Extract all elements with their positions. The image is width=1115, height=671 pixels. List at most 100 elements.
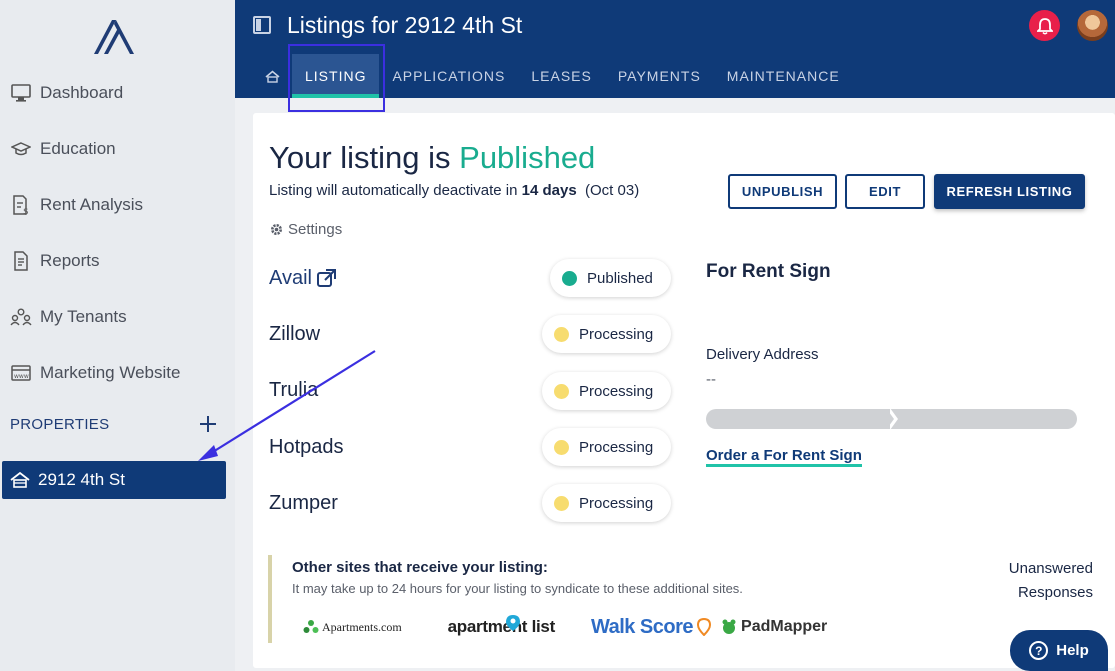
add-property-plus-icon[interactable]: [197, 413, 219, 435]
sidebar-item-label: Reports: [40, 251, 100, 270]
report-icon: [10, 251, 32, 271]
tab-leases[interactable]: LEASES: [518, 54, 604, 98]
status-badge-avail: Published: [550, 259, 671, 297]
property-tabs: LISTING APPLICATIONS LEASES PAYMENTS MAI…: [235, 54, 853, 98]
padmapper-logo: PadMapper: [719, 617, 827, 637]
processing-dot-icon: [554, 326, 569, 342]
graduation-cap-icon: [10, 139, 32, 159]
properties-label: PROPERTIES: [10, 416, 110, 433]
unanswered-line2: Responses: [1017, 584, 1093, 601]
tab-listing[interactable]: LISTING: [292, 54, 380, 98]
user-avatar[interactable]: [1077, 10, 1108, 41]
refresh-listing-button[interactable]: REFRESH LISTING: [934, 174, 1085, 209]
external-link-icon: [317, 269, 336, 287]
order-for-rent-sign-link[interactable]: Order a For Rent Sign: [706, 447, 862, 467]
page-title: Listings for 2912 4th St: [287, 12, 523, 38]
site-name: Trulia: [269, 378, 319, 401]
frog-icon: [722, 619, 736, 634]
tab-maintenance[interactable]: MAINTENANCE: [714, 54, 853, 98]
unanswered-responses: Unanswered Responses: [993, 557, 1093, 605]
unpublish-button[interactable]: UNPUBLISH: [728, 174, 837, 209]
gear-icon: [269, 222, 284, 237]
status-badge-hotpads: Processing: [542, 428, 671, 466]
property-label: 2912 4th St: [38, 470, 125, 489]
listing-status-value: Published: [459, 140, 596, 175]
tab-payments[interactable]: PAYMENTS: [605, 54, 714, 98]
site-name: Zillow: [269, 322, 321, 345]
top-header: Listings for 2912 4th St LISTING APPLICA…: [235, 0, 1115, 98]
status-prefix: Your listing is: [269, 140, 451, 175]
unanswered-line1: Unanswered: [1008, 560, 1093, 577]
status-badge-zillow: Processing: [542, 315, 671, 353]
deactivate-prefix: Listing will automatically deactivate in: [269, 182, 518, 199]
partner-logos: Apartments.com apartment list Walk Score…: [302, 613, 827, 641]
house-icon: [10, 471, 30, 489]
sidebar-item-label: Dashboard: [40, 83, 124, 102]
listing-card: Your listing is Published Listing will a…: [253, 113, 1115, 668]
status-badge-trulia: Processing: [542, 372, 671, 410]
sidebar-toggle-icon[interactable]: [253, 16, 271, 34]
delivery-address-value: --: [706, 371, 716, 388]
site-name: Hotpads: [269, 435, 344, 458]
site-zumper: Zumper: [269, 488, 338, 518]
apartments-com-logo: Apartments.com: [302, 618, 402, 636]
status-text: Processing: [579, 494, 654, 512]
other-sites-title: Other sites that receive your listing:: [292, 559, 548, 576]
sidebar-item-education[interactable]: Education: [10, 134, 116, 164]
site-zillow: Zillow: [269, 319, 320, 349]
processing-dot-icon: [554, 439, 569, 455]
deactivate-days: 14 days: [521, 182, 577, 199]
deactivate-notice: Listing will automatically deactivate in…: [269, 182, 639, 199]
sidebar: Dashboard Education $ Rent Analysis Repo…: [0, 0, 235, 671]
recycle-icon: [303, 620, 319, 633]
sidebar-item-label: Education: [40, 139, 116, 158]
sidebar-item-my-tenants[interactable]: My Tenants: [10, 302, 127, 332]
site-hotpads: Hotpads: [269, 432, 344, 462]
property-item-2912-4th-st[interactable]: 2912 4th St: [2, 461, 226, 499]
site-name: Avail: [269, 266, 312, 289]
status-text: Processing: [579, 325, 654, 343]
edit-button[interactable]: EDIT: [845, 174, 925, 209]
sidebar-item-reports[interactable]: Reports: [10, 246, 100, 276]
sidebar-item-label: Rent Analysis: [40, 195, 143, 214]
site-trulia: Trulia: [269, 375, 318, 405]
people-icon: [10, 307, 32, 327]
sidebar-item-dashboard[interactable]: Dashboard: [10, 78, 123, 108]
avail-logo[interactable]: [90, 18, 138, 56]
site-name: Zumper: [269, 491, 338, 514]
status-text: Published: [587, 269, 653, 287]
rent-analysis-icon: $: [10, 195, 32, 215]
for-rent-sign-title: For Rent Sign: [706, 261, 831, 282]
help-label: Help: [1056, 642, 1089, 659]
listing-status-heading: Your listing is Published: [269, 140, 595, 176]
status-badge-zumper: Processing: [542, 484, 671, 522]
location-pin-icon: [697, 618, 712, 636]
help-button[interactable]: ? Help: [1010, 630, 1108, 671]
site-avail-link[interactable]: Avail: [269, 263, 338, 293]
notification-bell-icon[interactable]: [1029, 10, 1060, 41]
tab-home[interactable]: [235, 54, 292, 98]
sidebar-item-label: Marketing Website: [40, 363, 181, 382]
svg-text:$: $: [23, 207, 29, 215]
status-text: Processing: [579, 382, 654, 400]
processing-dot-icon: [554, 383, 569, 399]
sidebar-item-marketing-website[interactable]: www Marketing Website: [10, 358, 180, 388]
monitor-icon: [10, 83, 32, 103]
progress-step-arrow: [886, 409, 894, 429]
status-text: Processing: [579, 438, 654, 456]
tab-applications[interactable]: APPLICATIONS: [379, 54, 518, 98]
sidebar-item-rent-analysis[interactable]: $ Rent Analysis: [10, 190, 143, 220]
published-dot-icon: [562, 270, 577, 286]
settings-link[interactable]: Settings: [269, 221, 342, 238]
deactivate-date: (Oct 03): [585, 182, 640, 199]
other-sites-subtitle: It may take up to 24 hours for your list…: [292, 581, 743, 596]
www-icon: www: [10, 363, 32, 383]
question-icon: ?: [1029, 641, 1049, 660]
delivery-address-label: Delivery Address: [706, 346, 819, 363]
svg-text:www: www: [14, 373, 29, 380]
walk-score-logo: Walk Score: [591, 616, 712, 639]
other-sites-panel: Other sites that receive your listing: I…: [268, 555, 868, 643]
pin-icon: [505, 615, 520, 631]
house-icon: [265, 69, 280, 83]
sidebar-item-label: My Tenants: [40, 307, 127, 326]
